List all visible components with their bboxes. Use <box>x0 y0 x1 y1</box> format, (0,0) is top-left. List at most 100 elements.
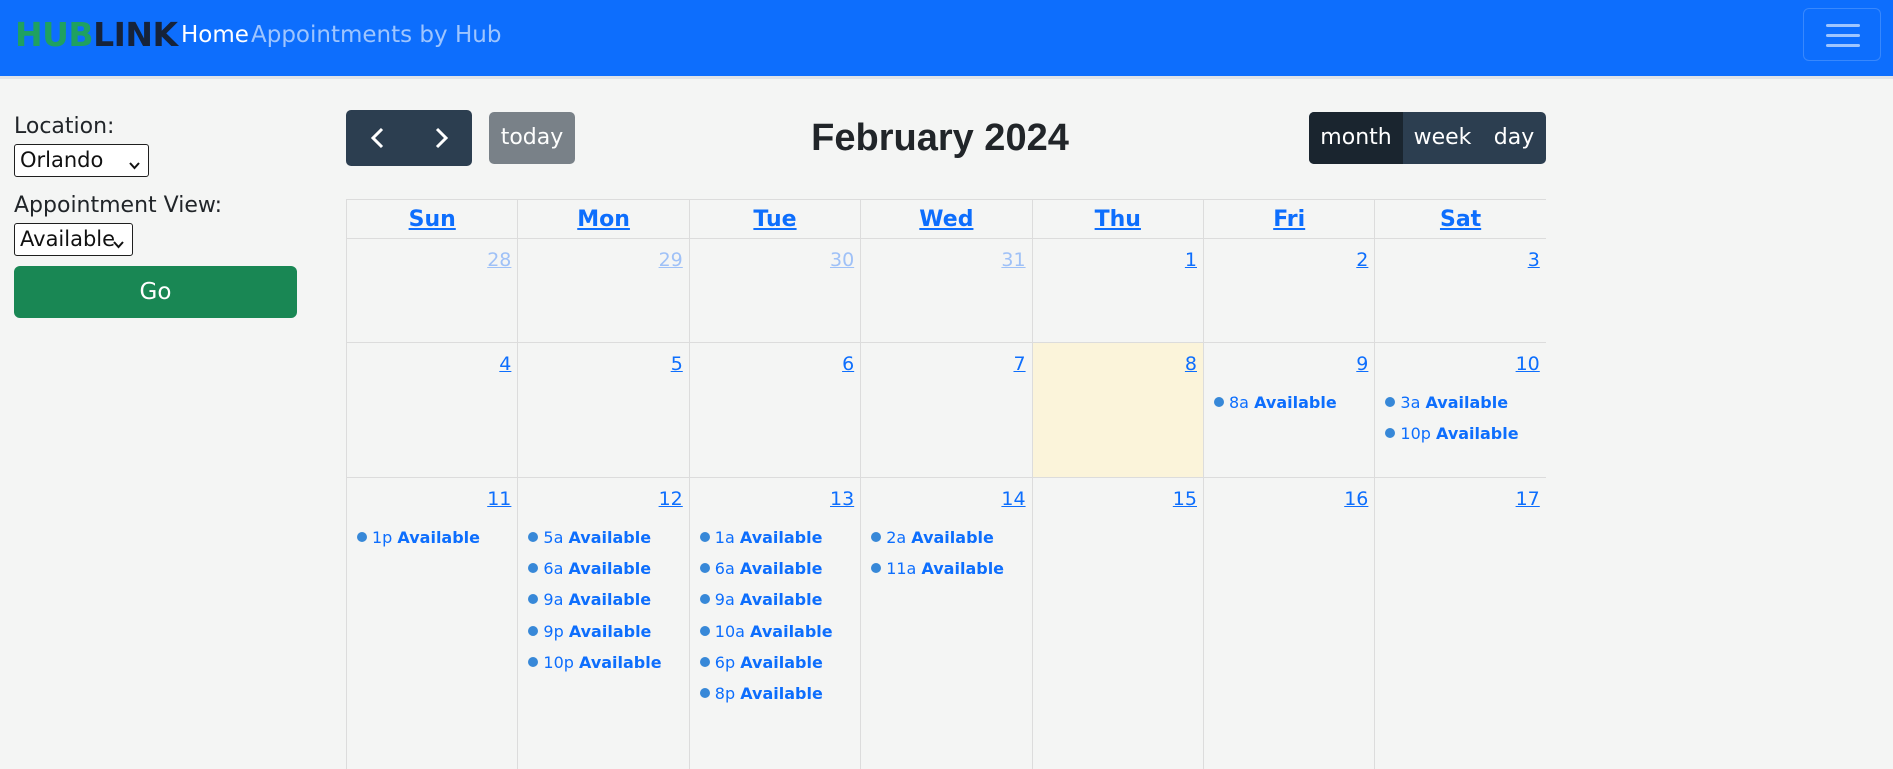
week-view-button[interactable]: week <box>1403 112 1482 164</box>
event-title: Available <box>740 652 823 672</box>
day-header-row: Sun Mon Tue Wed Thu Fri Sat <box>347 199 1546 239</box>
event-item[interactable]: 6a Available <box>699 557 833 588</box>
location-select[interactable]: Orlando <box>14 144 149 177</box>
event-title: Available <box>1254 393 1337 412</box>
event-item[interactable]: 9a Available <box>699 588 833 619</box>
event-time: 6a <box>714 559 740 579</box>
day-number-link[interactable]: 9 <box>1356 353 1368 375</box>
event-item[interactable]: 2a Available <box>871 526 1004 557</box>
event-item[interactable]: 6p Available <box>699 651 833 682</box>
event-title: Available <box>740 683 823 703</box>
event-title: Available <box>911 528 994 547</box>
day-header-fri[interactable]: Fri <box>1204 200 1376 239</box>
day-cell-3[interactable]: 3 <box>1375 239 1546 342</box>
day-number-link[interactable]: 16 <box>1344 488 1368 510</box>
day-number-link[interactable]: 30 <box>830 249 854 271</box>
event-item[interactable]: 8a Available <box>1214 391 1337 422</box>
event-title: Available <box>739 559 823 579</box>
day-view-button[interactable]: day <box>1482 112 1546 164</box>
nav-appointments-by-hub-link[interactable]: Appointments by Hub <box>251 21 501 49</box>
day-number-link[interactable]: 10 <box>1516 353 1540 375</box>
today-button[interactable]: today <box>489 112 575 164</box>
day-number-link[interactable]: 12 <box>659 488 683 510</box>
day-cell-15[interactable]: 15 <box>1033 478 1204 769</box>
event-dot-icon <box>1385 428 1396 439</box>
day-cell-6[interactable]: 6 <box>690 343 862 477</box>
day-cell-9[interactable]: 9 8a Available <box>1204 343 1376 477</box>
day-cell-2[interactable]: 2 <box>1204 239 1376 342</box>
day-cell-10[interactable]: 10 3a Available 10p Available <box>1375 343 1546 477</box>
event-item[interactable]: 11a Available <box>871 557 1004 588</box>
day-number-link[interactable]: 17 <box>1516 488 1540 510</box>
brand-hub-text: HUB <box>15 15 94 54</box>
day-number-link[interactable]: 5 <box>671 353 683 375</box>
month-view-button[interactable]: month <box>1309 112 1403 164</box>
day-number-link[interactable]: 2 <box>1356 249 1368 271</box>
day-number-link[interactable]: 14 <box>1001 488 1025 510</box>
calendar-title: February 2024 <box>811 117 1069 159</box>
day-number-link[interactable]: 13 <box>830 488 854 510</box>
event-item[interactable]: 9p Available <box>528 620 661 651</box>
nav-home-link[interactable]: Home <box>181 21 249 49</box>
next-month-button[interactable] <box>409 110 472 166</box>
day-cell-13[interactable]: 13 1a Available 6a Available 9a Available 10… <box>690 478 862 769</box>
day-number-link[interactable]: 8 <box>1185 353 1197 375</box>
event-item[interactable]: 10p Available <box>1385 422 1519 453</box>
day-number-link[interactable]: 31 <box>1001 249 1025 271</box>
go-button[interactable]: Go <box>14 266 297 318</box>
event-item[interactable]: 6a Available <box>528 557 661 588</box>
event-dot-icon <box>528 656 539 667</box>
navbar: HUBLINK Home Appointments by Hub <box>0 0 1893 76</box>
day-number-link[interactable]: 15 <box>1173 488 1197 510</box>
day-number-link[interactable]: 28 <box>487 249 511 271</box>
day-header-mon[interactable]: Mon <box>518 200 690 239</box>
day-cell-28[interactable]: 28 <box>347 239 519 342</box>
event-dot-icon <box>528 532 539 542</box>
event-dot-icon <box>871 563 882 574</box>
day-cell-12[interactable]: 12 5a Available 6a Available 9a Available 9p… <box>518 478 690 769</box>
day-number-link[interactable]: 29 <box>659 249 683 271</box>
day-header-thu[interactable]: Thu <box>1033 200 1204 239</box>
day-number-link[interactable]: 6 <box>842 353 854 375</box>
day-cell-17[interactable]: 17 <box>1375 478 1546 769</box>
prev-month-button[interactable] <box>346 110 409 166</box>
day-number-link[interactable]: 11 <box>487 488 511 510</box>
day-number-link[interactable]: 3 <box>1528 249 1540 271</box>
event-title: Available <box>1436 424 1519 444</box>
day-cell-14[interactable]: 14 2a Available 11a Available <box>861 478 1033 769</box>
day-cell-8[interactable]: 8 <box>1032 343 1204 477</box>
event-item[interactable]: 5a Available <box>528 526 661 557</box>
event-item[interactable]: 10a Available <box>699 620 833 651</box>
event-item[interactable]: 1p Available <box>357 526 480 557</box>
day-cell-1[interactable]: 1 <box>1033 239 1204 342</box>
day-header-tue[interactable]: Tue <box>690 200 862 239</box>
event-time: 6p <box>714 652 741 672</box>
day-number-link[interactable]: 7 <box>1013 353 1025 375</box>
event-title: Available <box>739 528 823 547</box>
day-cell-29[interactable]: 29 <box>518 239 690 342</box>
event-item[interactable]: 9a Available <box>528 588 661 619</box>
event-title: Available <box>568 559 652 579</box>
event-item[interactable]: 1a Available <box>699 526 833 557</box>
day-cell-5[interactable]: 5 <box>518 343 690 477</box>
day-cell-31[interactable]: 31 <box>861 239 1033 342</box>
event-item[interactable]: 10p Available <box>528 651 662 682</box>
day-cell-4[interactable]: 4 <box>347 343 519 477</box>
event-item[interactable]: 3a Available <box>1385 391 1518 422</box>
event-dot-icon <box>1385 397 1396 407</box>
day-cell-16[interactable]: 16 <box>1204 478 1376 769</box>
event-title: Available <box>568 590 652 610</box>
day-cell-11[interactable]: 11 1p Available <box>347 478 519 769</box>
day-cell-30[interactable]: 30 <box>690 239 862 342</box>
day-header-sat[interactable]: Sat <box>1375 200 1546 239</box>
day-header-wed[interactable]: Wed <box>861 200 1033 239</box>
day-cell-7[interactable]: 7 <box>861 343 1033 477</box>
day-number-link[interactable]: 1 <box>1185 249 1197 271</box>
appointment-view-select[interactable]: Available <box>14 223 133 256</box>
hamburger-menu-button[interactable] <box>1803 8 1881 61</box>
day-header-sun[interactable]: Sun <box>347 200 519 239</box>
day-number-link[interactable]: 4 <box>499 353 511 375</box>
brand-logo[interactable]: HUBLINK <box>15 15 178 55</box>
event-item[interactable]: 8p Available <box>699 682 833 713</box>
brand-link-text: LINK <box>93 15 178 54</box>
